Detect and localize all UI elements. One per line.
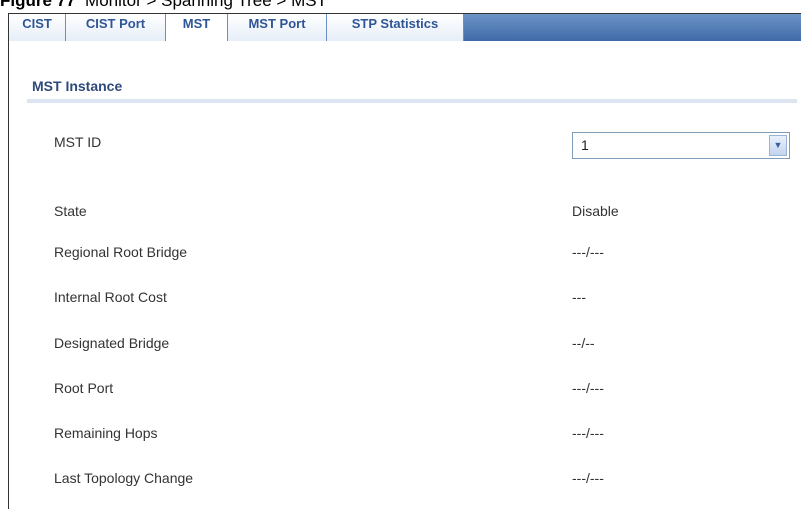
figure-caption: Figure 77 Monitor > Spanning Tree > MST [0, 0, 327, 11]
mst-id-select[interactable]: 1 ▼ [572, 132, 790, 159]
tab-cist-port[interactable]: CIST Port [66, 14, 166, 41]
figure-path: Monitor > Spanning Tree > MST [85, 0, 327, 10]
remaining-hops-label: Remaining Hops [54, 425, 158, 441]
mst-id-value: 1 [581, 137, 589, 153]
tab-bar: CIST CIST Port MST MST Port STP Statisti… [9, 14, 801, 41]
section-title: MST Instance [32, 78, 123, 94]
root-port-label: Root Port [54, 380, 114, 396]
mst-panel: CIST CIST Port MST MST Port STP Statisti… [8, 13, 801, 509]
last-topology-change-value: ---/--- [572, 470, 604, 486]
internal-root-cost-label: Internal Root Cost [54, 289, 167, 305]
tab-mst[interactable]: MST [166, 14, 228, 41]
state-value: Disable [572, 203, 619, 219]
section-divider [27, 99, 797, 103]
root-port-value: ---/--- [572, 380, 604, 396]
tab-cist[interactable]: CIST [9, 14, 66, 41]
designated-bridge-label: Designated Bridge [54, 335, 170, 351]
figure-number: Figure 77 [0, 0, 76, 10]
regional-root-bridge-value: ---/--- [572, 244, 604, 260]
mst-id-label: MST ID [54, 134, 102, 150]
chevron-down-icon[interactable]: ▼ [769, 135, 787, 156]
designated-bridge-value: --/-- [572, 335, 595, 351]
remaining-hops-value: ---/--- [572, 425, 604, 441]
internal-root-cost-value: --- [572, 289, 586, 305]
state-label: State [54, 203, 87, 219]
tab-mst-port[interactable]: MST Port [228, 14, 327, 41]
last-topology-change-label: Last Topology Change [54, 470, 194, 486]
tab-stp-statistics[interactable]: STP Statistics [327, 14, 464, 41]
regional-root-bridge-label: Regional Root Bridge [54, 244, 188, 260]
